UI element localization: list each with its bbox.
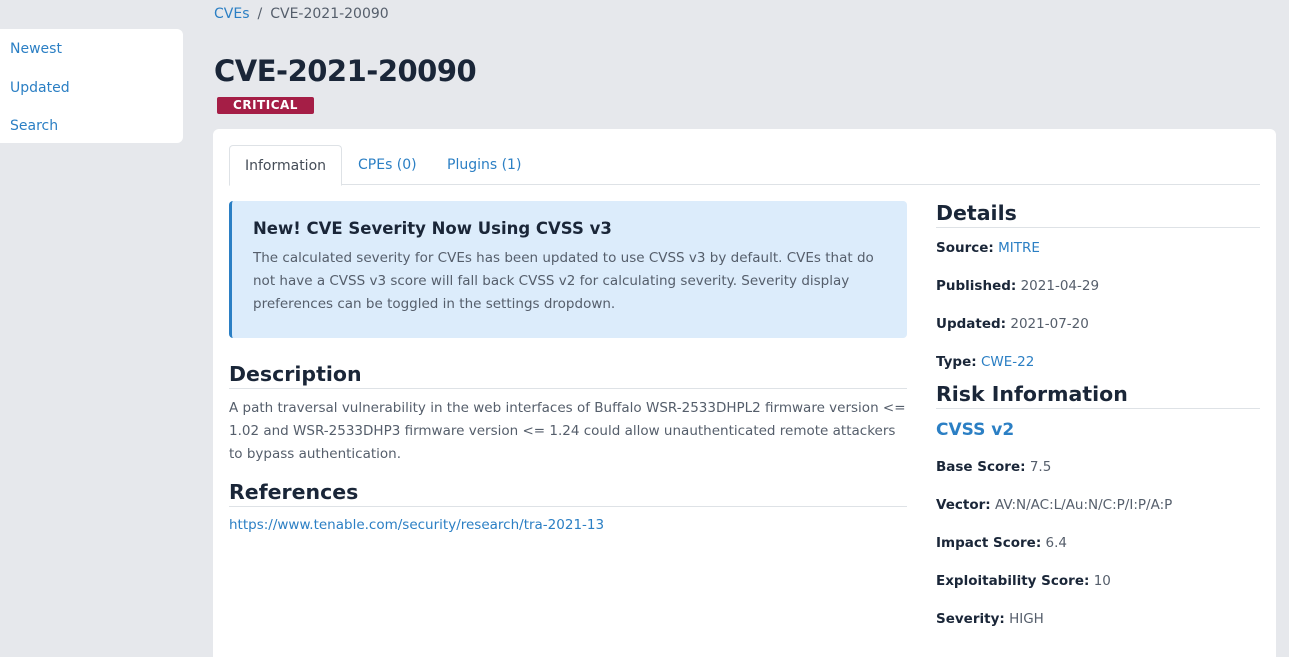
detail-updated: Updated: 2021-07-20 (936, 314, 1260, 352)
page-title: CVE-2021-20090 (214, 54, 477, 88)
severity-badge: CRITICAL (217, 97, 314, 114)
sidebar: Newest Updated Search (0, 29, 183, 143)
risk-base-score-value: 7.5 (1029, 459, 1052, 475)
details-list: Source: MITRE Published: 2021-04-29 Upda… (936, 228, 1260, 390)
detail-published-label: Published: (936, 278, 1017, 294)
references-heading: References (229, 480, 907, 507)
detail-source-label: Source: (936, 240, 994, 256)
detail-published-value: 2021-04-29 (1020, 278, 1100, 294)
risk-impact-label: Impact Score: (936, 535, 1042, 551)
risk-vector: Vector: AV:N/AC:L/Au:N/C:P/I:P/A:P (936, 495, 1260, 533)
sidebar-item-newest[interactable]: Newest (0, 37, 183, 76)
description-text: A path traversal vulnerability in the we… (229, 400, 906, 462)
risk-severity-value: HIGH (1009, 611, 1044, 627)
details-sidebar: Details Source: MITRE Published: 2021-04… (936, 201, 1260, 647)
tab-plugins[interactable]: Plugins (1) (447, 145, 521, 185)
details-heading: Details (936, 201, 1260, 228)
tab-bar: Information CPEs (0) Plugins (1) (229, 145, 1260, 186)
reference-link[interactable]: https://www.tenable.com/security/researc… (229, 517, 907, 533)
risk-exploitability-score: Exploitability Score: 10 (936, 571, 1260, 609)
cvss-notice: New! CVE Severity Now Using CVSS v3 The … (229, 201, 907, 338)
cvss-v2-heading: CVSS v2 (936, 420, 1015, 440)
risk-base-score: Base Score: 7.5 (936, 457, 1260, 495)
risk-heading: Risk Information (936, 382, 1260, 409)
sidebar-item-search[interactable]: Search (0, 114, 183, 153)
risk-severity: Severity: HIGH (936, 609, 1260, 647)
information-content: New! CVE Severity Now Using CVSS v3 The … (229, 201, 907, 533)
risk-severity-label: Severity: (936, 611, 1005, 627)
tab-information[interactable]: Information (229, 145, 342, 186)
risk-vector-value: AV:N/AC:L/Au:N/C:P/I:P/A:P (994, 497, 1173, 513)
breadcrumb-cves-link[interactable]: CVEs (214, 6, 250, 22)
risk-vector-label: Vector: (936, 497, 991, 513)
breadcrumb: CVEs / CVE-2021-20090 (214, 6, 389, 22)
main-panel: Information CPEs (0) Plugins (1) New! CV… (213, 129, 1276, 657)
detail-type-link[interactable]: CWE-22 (981, 354, 1034, 370)
tab-cpes[interactable]: CPEs (0) (358, 145, 417, 185)
detail-type-label: Type: (936, 354, 977, 370)
breadcrumb-current: CVE-2021-20090 (270, 6, 389, 22)
detail-updated-value: 2021-07-20 (1010, 316, 1089, 332)
description-heading: Description (229, 362, 907, 389)
breadcrumb-separator: / (257, 6, 263, 22)
risk-impact-score: Impact Score: 6.4 (936, 533, 1260, 571)
risk-impact-value: 6.4 (1045, 535, 1068, 551)
sidebar-item-updated[interactable]: Updated (0, 76, 183, 115)
risk-base-score-label: Base Score: (936, 459, 1026, 475)
detail-updated-label: Updated: (936, 316, 1007, 332)
notice-title: New! CVE Severity Now Using CVSS v3 (253, 219, 612, 238)
risk-exploitability-value: 10 (1093, 573, 1111, 589)
detail-source: Source: MITRE (936, 238, 1260, 276)
risk-exploitability-label: Exploitability Score: (936, 573, 1090, 589)
notice-body: The calculated severity for CVEs has bee… (253, 250, 874, 312)
detail-source-link[interactable]: MITRE (998, 240, 1040, 256)
detail-published: Published: 2021-04-29 (936, 276, 1260, 314)
